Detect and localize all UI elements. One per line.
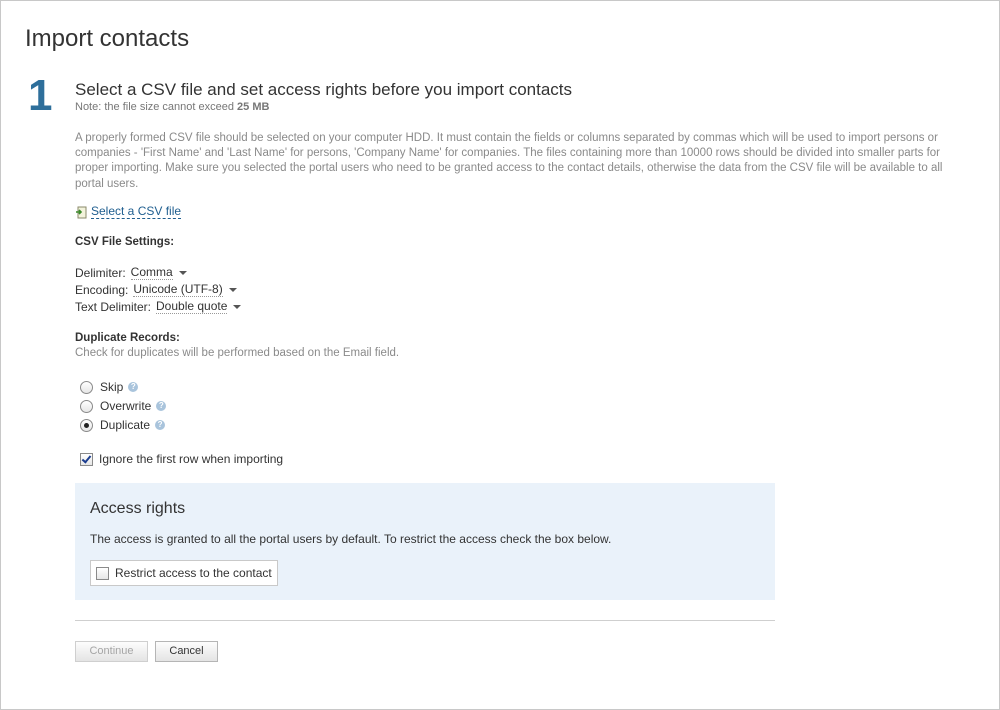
encoding-setting: Encoding: Unicode (UTF-8) [75,283,237,297]
access-rights-title: Access rights [90,500,186,517]
restrict-access-option[interactable]: Restrict access to the contact [90,560,278,586]
access-rights-description: The access is granted to all the portal … [90,532,612,546]
radio-label[interactable]: Skip [100,380,123,394]
restrict-access-checkbox[interactable] [96,566,109,580]
select-csv-link[interactable]: Select a CSV file [75,205,182,219]
access-rights-panel: Access rights The access is granted to a… [75,483,775,600]
radio-button[interactable] [80,380,93,394]
delimiter-dropdown[interactable]: Comma [130,266,173,280]
radio-label[interactable]: Overwrite [100,399,151,413]
cancel-button[interactable]: Cancel [155,641,218,662]
step-number: 1 [28,71,53,120]
encoding-label: Encoding: [75,283,129,297]
file-size-note: Note: the file size cannot exceed 25 MB [75,101,269,113]
radio-skip[interactable]: Skip ? [80,380,139,394]
delimiter-label: Delimiter: [75,266,126,280]
chevron-down-icon[interactable] [178,271,187,275]
radio-button[interactable] [80,418,93,432]
radio-overwrite[interactable]: Overwrite ? [80,399,167,413]
csv-settings-heading: CSV File Settings: [75,236,175,248]
help-icon[interactable]: ? [128,382,139,392]
note-size: 25 MB [237,101,270,113]
chevron-down-icon[interactable] [233,305,242,309]
help-icon[interactable]: ? [155,420,166,430]
delimiter-setting: Delimiter: Comma [75,266,187,280]
radio-duplicate[interactable]: Duplicate ? [80,418,166,432]
import-description: A properly formed CSV file should be sel… [75,132,943,190]
page-title: Import contacts [25,25,190,52]
radio-button[interactable] [80,399,93,413]
ignore-first-row-checkbox[interactable] [80,452,93,466]
continue-button[interactable]: Continue [75,641,148,662]
divider [75,620,775,621]
restrict-access-label[interactable]: Restrict access to the contact [115,566,272,580]
duplicate-hint: Check for duplicates will be performed b… [75,347,400,359]
chevron-down-icon[interactable] [228,288,237,292]
file-import-icon [75,206,88,219]
step-title: Select a CSV file and set access rights … [75,80,573,99]
note-text: Note: the file size cannot exceed [75,101,234,113]
ignore-first-row-option[interactable]: Ignore the first row when importing [80,452,283,466]
select-csv-label[interactable]: Select a CSV file [91,205,182,219]
ignore-first-row-label[interactable]: Ignore the first row when importing [99,452,283,466]
text-delimiter-setting: Text Delimiter: Double quote [75,300,242,314]
duplicate-records-heading: Duplicate Records: [75,332,180,344]
radio-label[interactable]: Duplicate [100,418,150,432]
text-delimiter-dropdown[interactable]: Double quote [156,300,228,314]
help-icon[interactable]: ? [156,401,167,411]
text-delimiter-label: Text Delimiter: [75,300,152,314]
encoding-dropdown[interactable]: Unicode (UTF-8) [133,283,223,297]
